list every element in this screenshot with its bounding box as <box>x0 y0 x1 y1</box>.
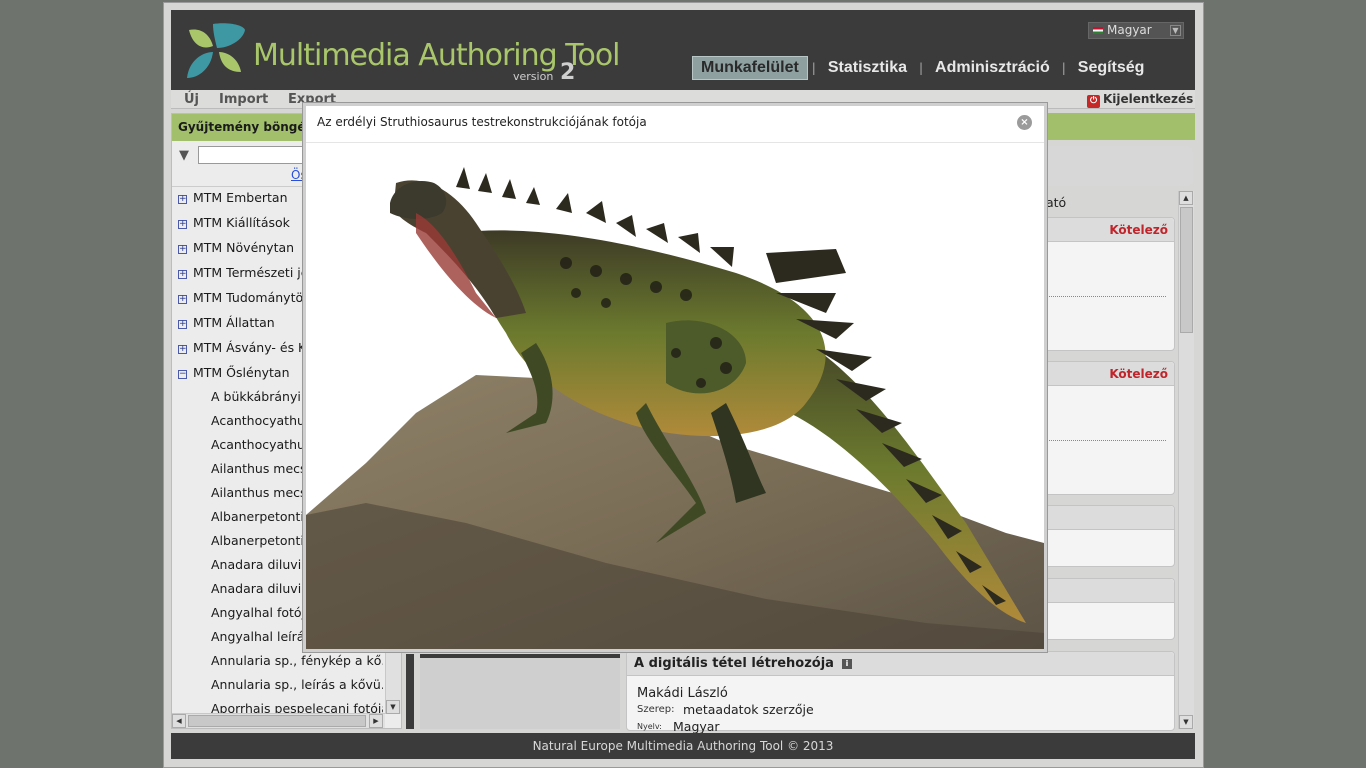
scroll-thumb[interactable] <box>1180 207 1193 333</box>
preview-panel <box>420 654 620 729</box>
tree-item-label: MTM Őslénytan <box>193 365 290 380</box>
tree-item-label: Acanthocyathus <box>211 437 312 452</box>
nav-munkafelulet[interactable]: Munkafelület <box>692 56 808 80</box>
chevron-down-icon: ▼ <box>1170 25 1181 36</box>
logout-label: Kijelentkezés <box>1103 92 1194 106</box>
expand-icon[interactable]: + <box>178 245 187 254</box>
workspace-vertical-scrollbar[interactable]: ▲ ▼ <box>1178 191 1194 729</box>
dotted-field[interactable] <box>1026 440 1166 441</box>
creator-lang-value: Magyar <box>673 719 720 734</box>
required-label: Kötelező <box>1109 367 1168 381</box>
tree-item[interactable]: Annularia sp., fénykép a kő... <box>211 653 383 673</box>
logo-icon <box>187 23 245 78</box>
nav-segitseg[interactable]: Segítség <box>1070 57 1153 79</box>
hungary-flag-icon <box>1093 27 1103 34</box>
app-version-label: version <box>513 70 554 83</box>
scroll-down-button[interactable]: ▼ <box>386 700 400 714</box>
tree-item-label: MTM Embertan <box>193 190 288 205</box>
scroll-up-button[interactable]: ▲ <box>1179 191 1193 205</box>
tree-item-label: MTM Növénytan <box>193 240 295 255</box>
scroll-down-button[interactable]: ▼ <box>1179 715 1193 729</box>
nav-separator: | <box>1061 61 1066 75</box>
creator-title-text: A digitális tétel létrehozója <box>634 656 834 671</box>
tree-item-label: A bükkábrányi e <box>211 389 313 404</box>
hint-text: ató <box>1046 195 1067 210</box>
filter-icon[interactable]: ▼ <box>179 148 189 163</box>
scroll-right-button[interactable]: ▶ <box>369 714 383 728</box>
modal-title: Az erdélyi Struthiosaurus testrekonstruk… <box>317 115 647 129</box>
tree-item-label: Annularia sp., leírás a kővü... <box>211 677 383 692</box>
expand-icon[interactable]: + <box>178 270 187 279</box>
close-circle-icon[interactable]: × <box>1017 115 1032 130</box>
divider-bar <box>406 654 414 729</box>
creator-role-label: Szerep: <box>637 704 675 715</box>
creator-lang-label: Nyelv: <box>637 722 662 731</box>
expand-icon[interactable]: + <box>178 295 187 304</box>
tree-item-label: MTM Ásvány- és K <box>193 340 307 355</box>
logout-button[interactable]: ⏻ Kijelentkezés <box>1087 92 1193 108</box>
creator-name: Makádi László <box>637 686 728 701</box>
footer: Natural Europe Multimedia Authoring Tool… <box>171 733 1195 759</box>
creator-card: A digitális tétel létrehozója i Makádi Lá… <box>626 651 1175 734</box>
tree-item-label: MTM Tudománytör <box>193 290 309 305</box>
language-select[interactable]: Magyar ▼ <box>1088 22 1184 39</box>
tree-item-label: Annularia sp., fénykép a kő... <box>211 653 383 668</box>
collapse-icon[interactable]: − <box>178 370 187 379</box>
expand-icon[interactable]: + <box>178 220 187 229</box>
image-preview-modal: Az erdélyi Struthiosaurus testrekonstruk… <box>303 103 1047 652</box>
menu-import[interactable]: Import <box>219 92 268 107</box>
tree-item-label: MTM Állattan <box>193 315 275 330</box>
creator-card-title: A digitális tétel létrehozója i <box>627 652 1174 676</box>
expand-icon[interactable]: + <box>178 195 187 204</box>
app-header: Multimedia Authoring Tool version 2 Magy… <box>171 10 1195 90</box>
tree-horizontal-scrollbar[interactable]: ◀ ▶ <box>172 713 385 728</box>
language-selected: Magyar <box>1107 23 1152 37</box>
info-icon[interactable]: i <box>841 659 852 669</box>
expand-icon[interactable]: + <box>178 320 187 329</box>
scroll-thumb[interactable] <box>188 715 366 727</box>
tree-item-label: Angyalhal fotója <box>211 605 313 620</box>
nav-separator: | <box>918 61 924 75</box>
dinosaur-sculpture-image <box>306 143 1044 649</box>
tree-item-label: MTM Kiállítások <box>193 215 290 230</box>
sculpture-illustration <box>306 167 1044 649</box>
nav-statisztika[interactable]: Statisztika <box>820 57 915 79</box>
creator-role-value: metaadatok szerzője <box>683 702 814 717</box>
main-nav: Munkafelület | Statisztika | Adminisztrá… <box>692 55 1152 81</box>
power-icon: ⏻ <box>1087 95 1100 108</box>
tree-item-label: Ailanthus mecse <box>211 461 315 476</box>
required-label: Kötelező <box>1109 223 1168 237</box>
menu-new[interactable]: Új <box>184 92 199 107</box>
nav-adminisztracio[interactable]: Adminisztráció <box>927 57 1058 79</box>
tree-item-label: Acanthocyathus <box>211 413 312 428</box>
tree-item-label: Ailanthus mecse <box>211 485 315 500</box>
tree-item-label: Angyalhal leírás <box>211 629 311 644</box>
expand-icon[interactable]: + <box>178 345 187 354</box>
app-version-number: 2 <box>560 60 576 85</box>
dotted-field[interactable] <box>1026 296 1166 297</box>
nav-separator: | <box>811 61 816 75</box>
scroll-left-button[interactable]: ◀ <box>172 714 186 728</box>
tree-item[interactable]: Annularia sp., leírás a kővü... <box>211 677 383 697</box>
tree-item-label: MTM Természeti je <box>193 265 309 280</box>
